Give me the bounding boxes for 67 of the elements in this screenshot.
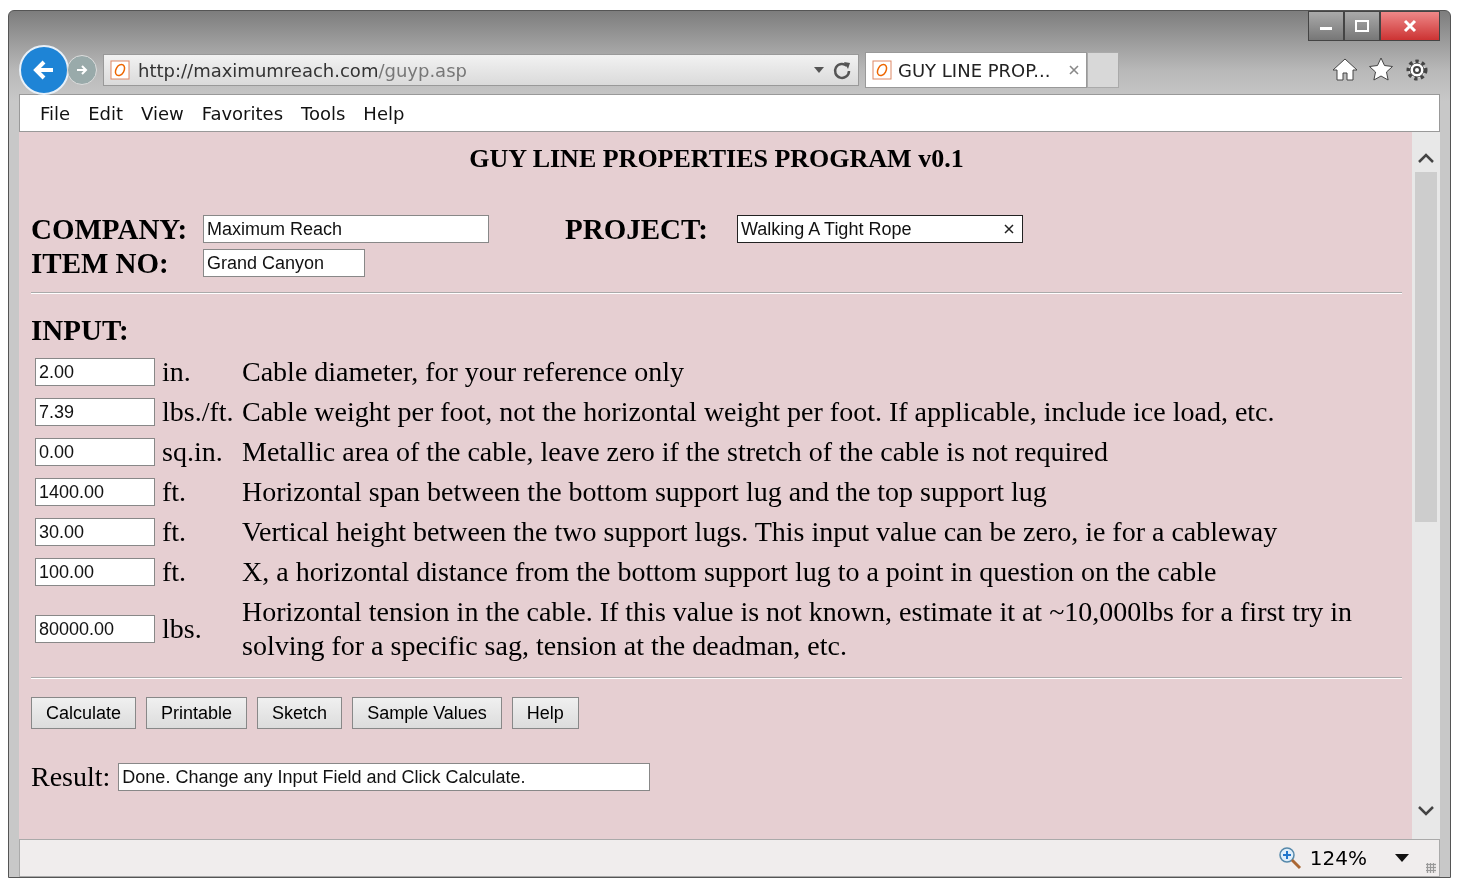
form-button[interactable]: Printable [146,697,248,729]
url-text: http://maximumreach.com/guyp.asp [138,59,468,81]
result-field[interactable]: Done. Change any Input Field and Click Calculate. [118,763,651,791]
maximize-icon [1354,19,1370,33]
dropdown-icon[interactable] [814,67,824,73]
menu-item[interactable]: Tools [301,102,346,124]
input-description: Horizontal span between the bottom support lug and the top support lug [242,475,1048,509]
input-description: Horizontal tension in the cable. If this value is not known, estimate it at ~10,000lbs for a first try in solving for a specific sag, tension at the deadman, etc. [242,595,1354,663]
close-tab-icon[interactable] [1068,64,1080,76]
input-description: Cable weight per foot, not the horizontal weight per foot. If applicable, include ice load, etc. [242,395,1276,429]
browser-tab[interactable]: GUY LINE PROP... [865,52,1087,88]
input-field[interactable]: 80000.00 [35,615,155,643]
form-button[interactable]: Sample Values [352,697,502,729]
page-title: GUY LINE PROPERTIES PROGRAM v0.1 [468,144,965,174]
zoom-level[interactable]: 124% [1309,846,1367,870]
input-description: Cable diameter, for your reference only [242,355,685,389]
project-field[interactable]: Walking A Tight Rope [737,215,1023,243]
form-button[interactable]: Help [511,697,579,729]
result-label: Result: [31,761,111,793]
back-button[interactable] [19,45,69,95]
unit-label: sq.in. [162,436,224,468]
menu-item[interactable]: Edit [88,102,123,124]
star-icon[interactable] [1368,57,1394,81]
close-icon [1402,19,1418,33]
unit-label: lbs. [162,613,203,645]
company-field[interactable]: Maximum Reach [203,215,489,243]
field-label: ITEM NO: [31,246,170,280]
scroll-down-icon[interactable] [1417,805,1435,817]
page-icon [110,60,130,80]
menu-item[interactable]: Favorites [201,102,283,124]
minimize-button[interactable] [1308,11,1344,41]
input-field[interactable]: 1400.00 [35,478,155,506]
maximize-button[interactable] [1344,11,1380,41]
form-button[interactable]: Sketch [257,697,343,729]
section-heading: INPUT: [31,314,130,347]
menu-item[interactable]: View [141,102,184,124]
unit-label: ft. [162,476,188,508]
unit-label: in. [162,356,192,388]
zoom-icon [1277,846,1302,870]
input-description: Metallic area of the cable, leave zero if the stretch of the cable is not required [242,435,1110,469]
unit-label: ft. [162,556,188,588]
menu-item[interactable]: Help [363,102,405,124]
form-button[interactable]: Calculate [31,697,137,729]
refresh-icon[interactable] [832,60,852,80]
field-label: PROJECT: [565,212,709,246]
menu-item[interactable]: File [40,102,71,124]
dropdown-icon[interactable] [1395,854,1409,862]
input-field[interactable]: 0.00 [35,438,155,466]
address-bar[interactable]: http://maximumreach.com/guyp.asp [103,54,859,86]
page-icon [872,60,892,80]
settings-icon[interactable] [1404,57,1430,83]
input-field[interactable]: 7.39 [35,398,155,426]
resize-grip[interactable] [1426,863,1436,873]
input-field[interactable]: 30.00 [35,518,155,546]
field-label: COMPANY: [31,212,189,246]
close-button[interactable] [1380,11,1440,41]
clear-icon[interactable] [1004,224,1014,234]
input-description: X, a horizontal distance from the bottom support lug to a point in question on the cable [242,555,1218,589]
input-field[interactable]: 2.00 [35,358,155,386]
scroll-up-icon[interactable] [1417,152,1435,164]
home-icon[interactable] [1332,57,1358,81]
input-field[interactable]: 100.00 [35,558,155,586]
unit-label: lbs./ft. [162,396,235,428]
input-description: Vertical height between the two support lugs. This input value can be zero, ie for a cableway [242,515,1279,549]
scrollbar[interactable] [1412,132,1440,839]
unit-label: ft. [162,516,188,548]
item-field[interactable]: Grand Canyon [203,249,365,277]
